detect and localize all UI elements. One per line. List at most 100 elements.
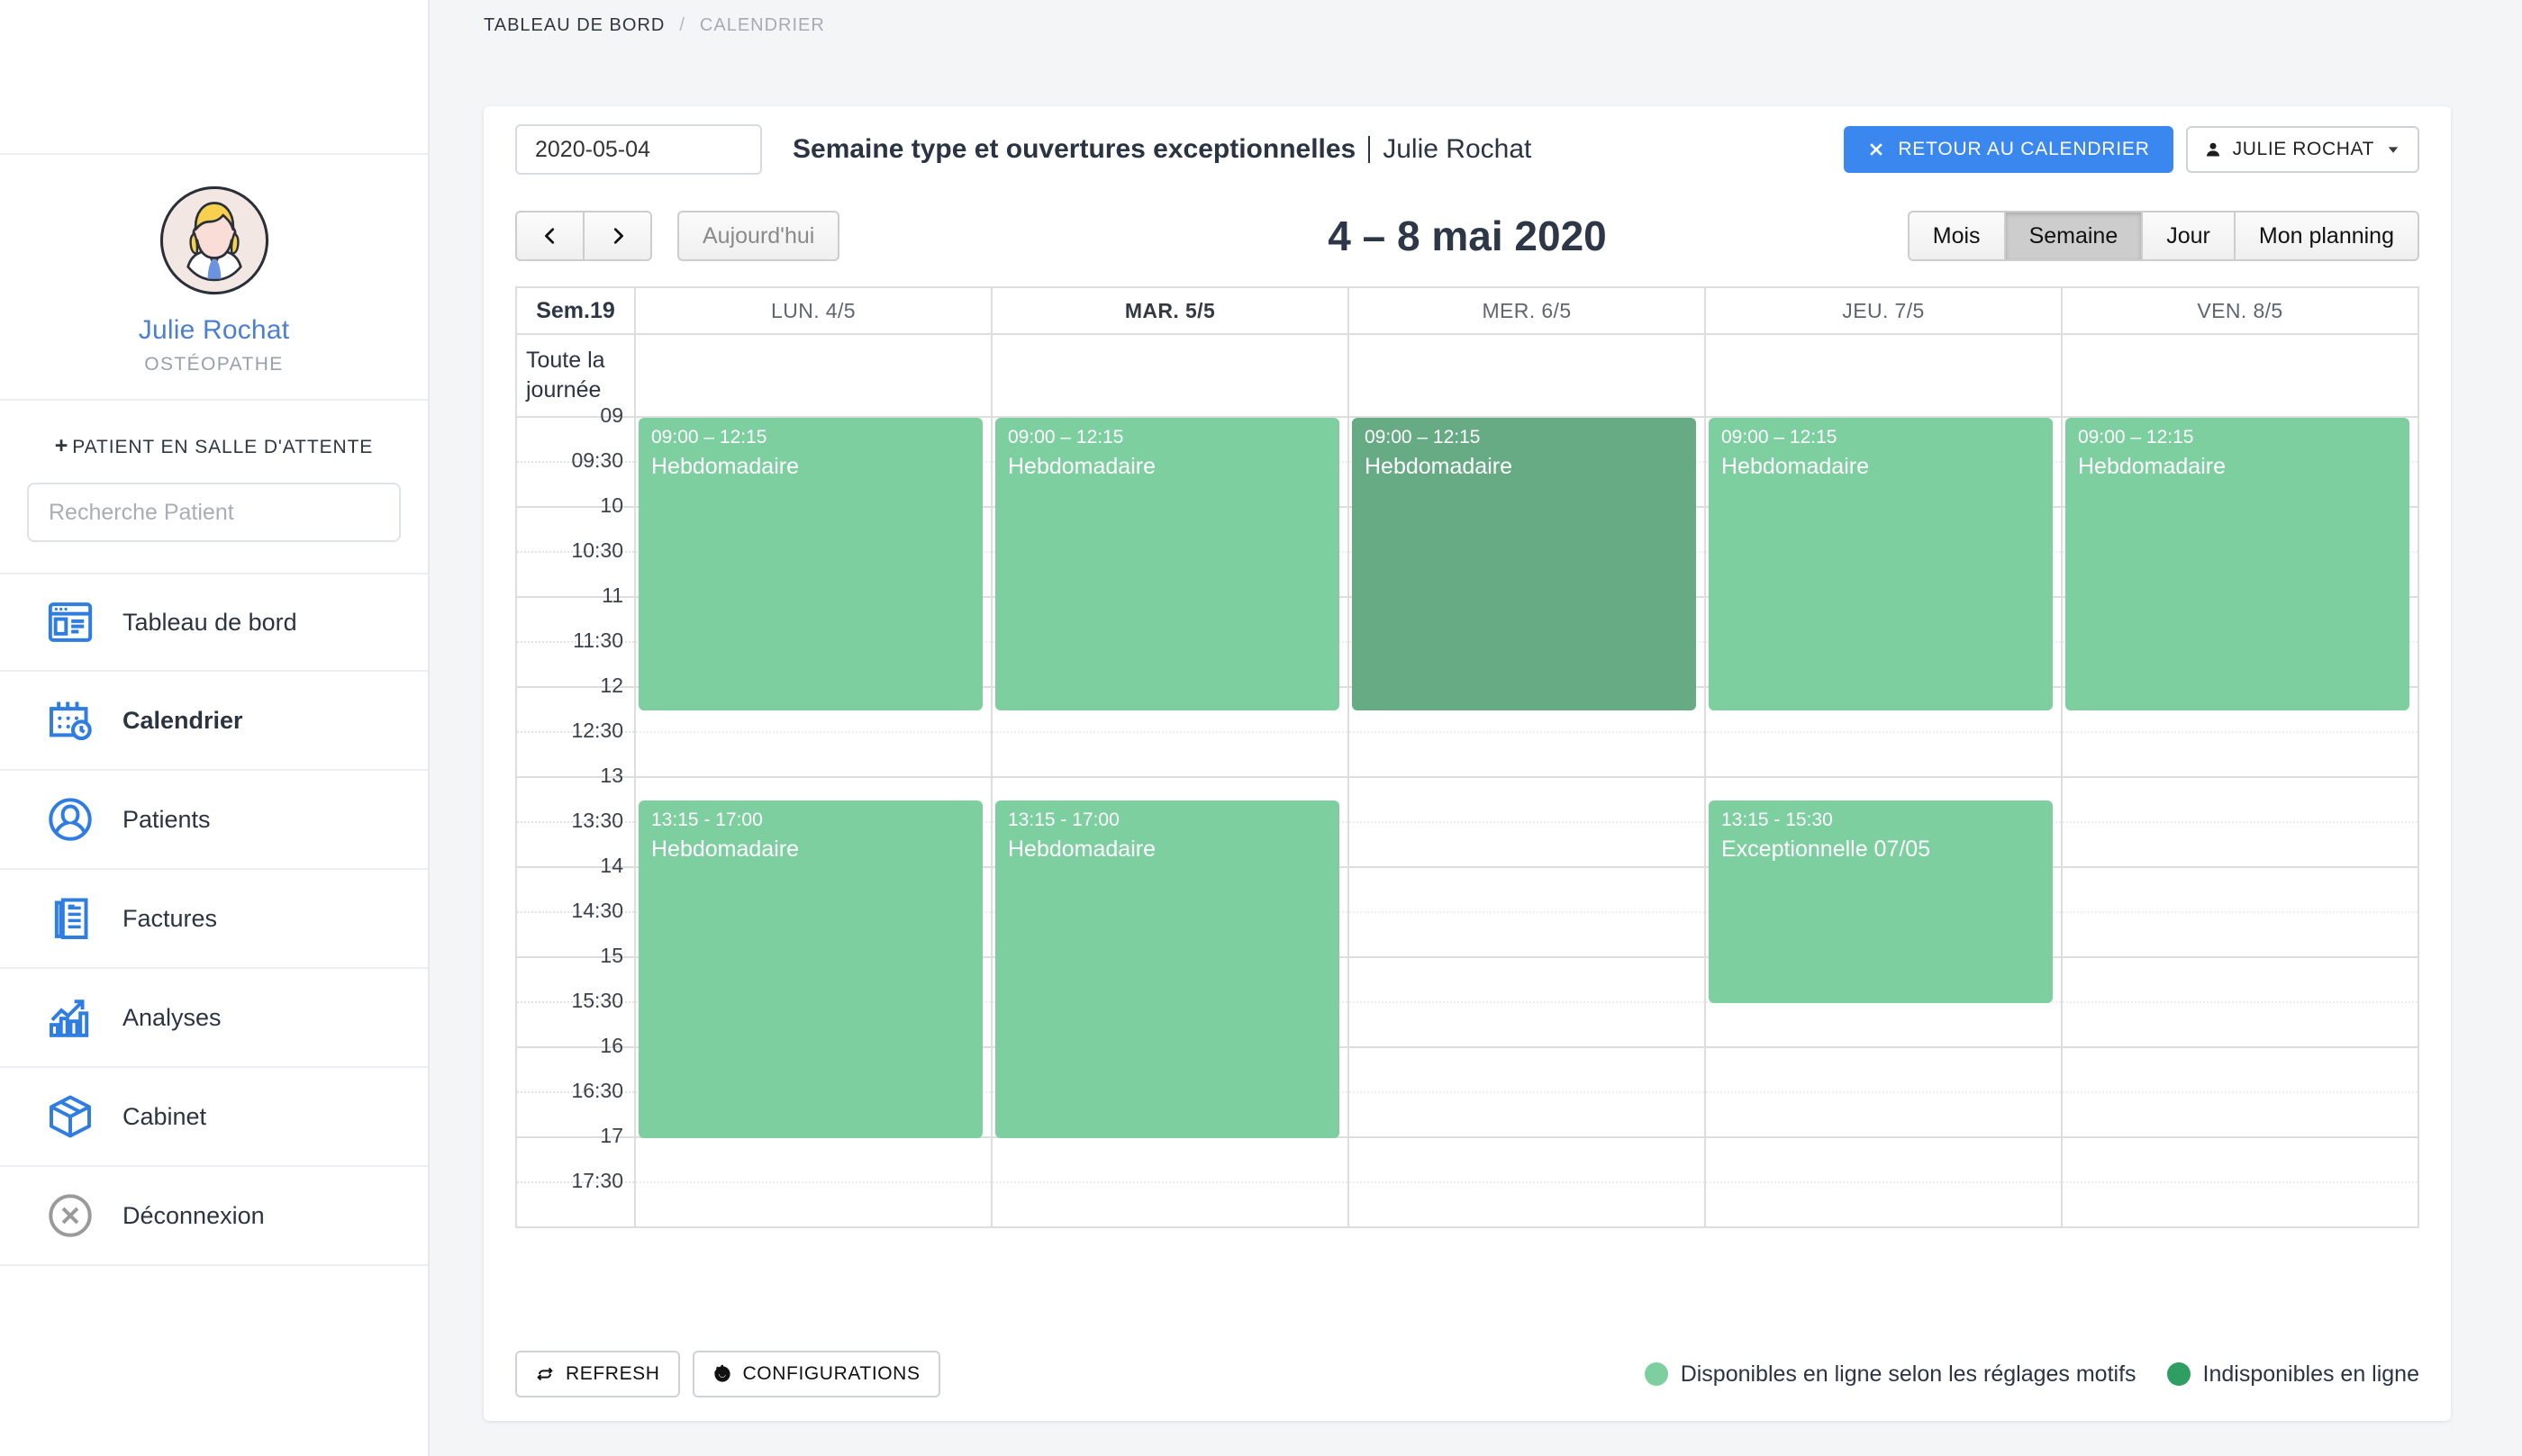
waiting-room-label: PATIENT EN SALLE D'ATTENTE — [72, 437, 374, 457]
grid-slot[interactable] — [2063, 1138, 2418, 1183]
grid-slot[interactable] — [2063, 1048, 2418, 1093]
grid-slot[interactable] — [1349, 733, 1704, 778]
grid-slot[interactable] — [1706, 1048, 2061, 1093]
configurations-button[interactable]: CONFIGURATIONS — [692, 1351, 940, 1397]
calendar-body: 09 09:30 10 10:30 11 11:30 12 12:30 13 13:30 14 14:… — [517, 403, 2418, 1228]
grid-slot[interactable] — [1349, 778, 1704, 823]
grid-slot[interactable] — [636, 1138, 991, 1183]
day-column-0[interactable]: 09:00 – 12:15 Hebdomadaire 13:15 - 17:00 He… — [636, 418, 993, 1228]
time-label: 13 — [600, 764, 623, 787]
grid-slot[interactable] — [2063, 913, 2418, 958]
grid-slot[interactable] — [1349, 1048, 1704, 1093]
grid-slot[interactable] — [2063, 733, 2418, 778]
day-header-3[interactable]: JEU. 7/5 — [1706, 288, 2063, 416]
sidebar-item-analyses[interactable]: Analyses — [0, 969, 428, 1068]
day-header-1[interactable]: MAR. 5/5 — [993, 288, 1349, 416]
grid-slot[interactable] — [1349, 913, 1704, 958]
breadcrumb-root[interactable]: TABLEAU DE BORD — [484, 15, 665, 36]
view-mon-planning-button[interactable]: Mon planning — [2234, 211, 2419, 261]
time-label: 16 — [600, 1034, 623, 1057]
grid-slot[interactable] — [2063, 1003, 2418, 1048]
grid-slot[interactable] — [1349, 823, 1704, 868]
all-day-cell[interactable] — [993, 335, 1347, 416]
grid-slot[interactable] — [2063, 1093, 2418, 1138]
grid-slot[interactable] — [636, 1183, 991, 1228]
calendar-event[interactable]: 09:00 – 12:15 Hebdomadaire — [995, 418, 1339, 710]
time-label: 16:30 — [571, 1079, 623, 1102]
week-number-label: Sem.19 — [517, 288, 634, 335]
prev-week-button[interactable] — [515, 211, 584, 261]
grid-slot[interactable] — [1706, 1093, 2061, 1138]
all-day-cell[interactable] — [1349, 335, 1704, 416]
calendar-event[interactable]: 09:00 – 12:15 Hebdomadaire — [639, 418, 983, 710]
grid-slot[interactable] — [1349, 868, 1704, 913]
day-column-4[interactable]: 09:00 – 12:15 Hebdomadaire — [2063, 418, 2418, 1228]
sidebar-item-label: Tableau de bord — [122, 608, 297, 636]
calendar-event[interactable]: 13:15 - 17:00 Hebdomadaire — [995, 800, 1339, 1138]
grid-slot[interactable] — [636, 733, 991, 778]
grid-slot[interactable] — [1349, 1183, 1704, 1228]
calendar-grid: Sem.19 Toute la journée LUN. 4/5 MAR. 5/5… — [515, 286, 2419, 1228]
grid-slot[interactable] — [993, 1183, 1347, 1228]
day-header-2[interactable]: MER. 6/5 — [1349, 288, 1706, 416]
date-input[interactable] — [515, 124, 762, 175]
calendar-event[interactable]: 09:00 – 12:15 Hebdomadaire — [1709, 418, 2053, 710]
grid-slot[interactable] — [2063, 778, 2418, 823]
breadcrumb-current: CALENDRIER — [699, 14, 825, 35]
grid-slot[interactable] — [1706, 1003, 2061, 1048]
grid-slot[interactable] — [1706, 1138, 2061, 1183]
sidebar-item-cabinet[interactable]: Cabinet — [0, 1068, 428, 1167]
grid-slot[interactable] — [1349, 1138, 1704, 1183]
view-semaine-button[interactable]: Semaine — [2004, 211, 2143, 261]
time-axis: 09 09:30 10 10:30 11 11:30 12 12:30 13 13:30 14 14:… — [517, 403, 636, 1228]
user-menu-button[interactable]: JULIE ROCHAT — [2185, 126, 2419, 173]
calendar-event[interactable]: 13:15 - 15:30 Exceptionnelle 07/05 — [1709, 800, 2053, 1003]
legend-item-1: Indisponibles en ligne — [2166, 1361, 2419, 1388]
next-week-button[interactable] — [584, 211, 652, 261]
box-icon — [50, 1095, 91, 1138]
legend-color-dot — [1644, 1362, 1668, 1386]
day-column-2[interactable]: 09:00 – 12:15 Hebdomadaire — [1349, 418, 1706, 1228]
back-to-calendar-button[interactable]: RETOUR AU CALENDRIER — [1844, 126, 2173, 173]
sidebar-item-label: Déconnexion — [122, 1201, 265, 1229]
day-header-0[interactable]: LUN. 4/5 — [636, 288, 993, 416]
sidebar-item-tableau-de-bord[interactable]: Tableau de bord — [0, 573, 428, 672]
sidebar-item-label: Calendrier — [122, 706, 243, 734]
calendar-event[interactable]: 09:00 – 12:15 Hebdomadaire — [1352, 418, 1696, 710]
calendar-gutter-header: Sem.19 Toute la journée — [517, 288, 636, 416]
all-day-cell[interactable] — [636, 335, 991, 416]
all-day-label-line2: journée — [526, 377, 602, 402]
search-patient-input[interactable] — [27, 483, 401, 542]
time-label: 15:30 — [571, 989, 623, 1012]
grid-slot[interactable] — [1706, 733, 2061, 778]
grid-slot[interactable] — [1349, 1003, 1704, 1048]
day-column-3[interactable]: 09:00 – 12:15 Hebdomadaire 13:15 - 15:30 Ex… — [1706, 418, 2063, 1228]
calendar-event[interactable]: 09:00 – 12:15 Hebdomadaire — [2065, 418, 2409, 710]
all-day-cell[interactable] — [1706, 335, 2061, 416]
grid-slot[interactable] — [2063, 1183, 2418, 1228]
grid-slot[interactable] — [2063, 958, 2418, 1003]
grid-slot[interactable] — [2063, 868, 2418, 913]
title-divider — [1368, 136, 1371, 163]
day-column-1[interactable]: 09:00 – 12:15 Hebdomadaire 13:15 - 17:00 He… — [993, 418, 1349, 1228]
grid-slot[interactable] — [993, 733, 1347, 778]
view-jour-button[interactable]: Jour — [2142, 211, 2235, 261]
grid-slot[interactable] — [1349, 958, 1704, 1003]
grid-slot[interactable] — [993, 1138, 1347, 1183]
add-waiting-room-patient-button[interactable]: + PATIENT EN SALLE D'ATTENTE — [0, 401, 428, 483]
grid-slot[interactable] — [1349, 1093, 1704, 1138]
sidebar-item-factures[interactable]: Factures — [0, 870, 428, 969]
today-button[interactable]: Aujourd'hui — [677, 211, 840, 261]
grid-slot[interactable] — [2063, 823, 2418, 868]
refresh-button[interactable]: REFRESH — [515, 1351, 680, 1397]
sidebar-item-deconnexion[interactable]: Déconnexion — [0, 1167, 428, 1266]
grid-slot[interactable] — [1706, 1183, 2061, 1228]
all-day-cell[interactable] — [2063, 335, 2418, 416]
view-mois-button[interactable]: Mois — [1907, 211, 2005, 261]
day-header-label: MER. 6/5 — [1349, 288, 1704, 335]
sidebar-item-patients[interactable]: Patients — [0, 771, 428, 870]
calendar-event[interactable]: 13:15 - 17:00 Hebdomadaire — [639, 800, 983, 1138]
app-root: Julie Rochat OSTÉOPATHE + PATIENT EN SALL… — [0, 0, 2522, 1456]
day-header-4[interactable]: VEN. 8/5 — [2063, 288, 2418, 416]
sidebar-item-calendrier[interactable]: Calendrier — [0, 672, 428, 771]
